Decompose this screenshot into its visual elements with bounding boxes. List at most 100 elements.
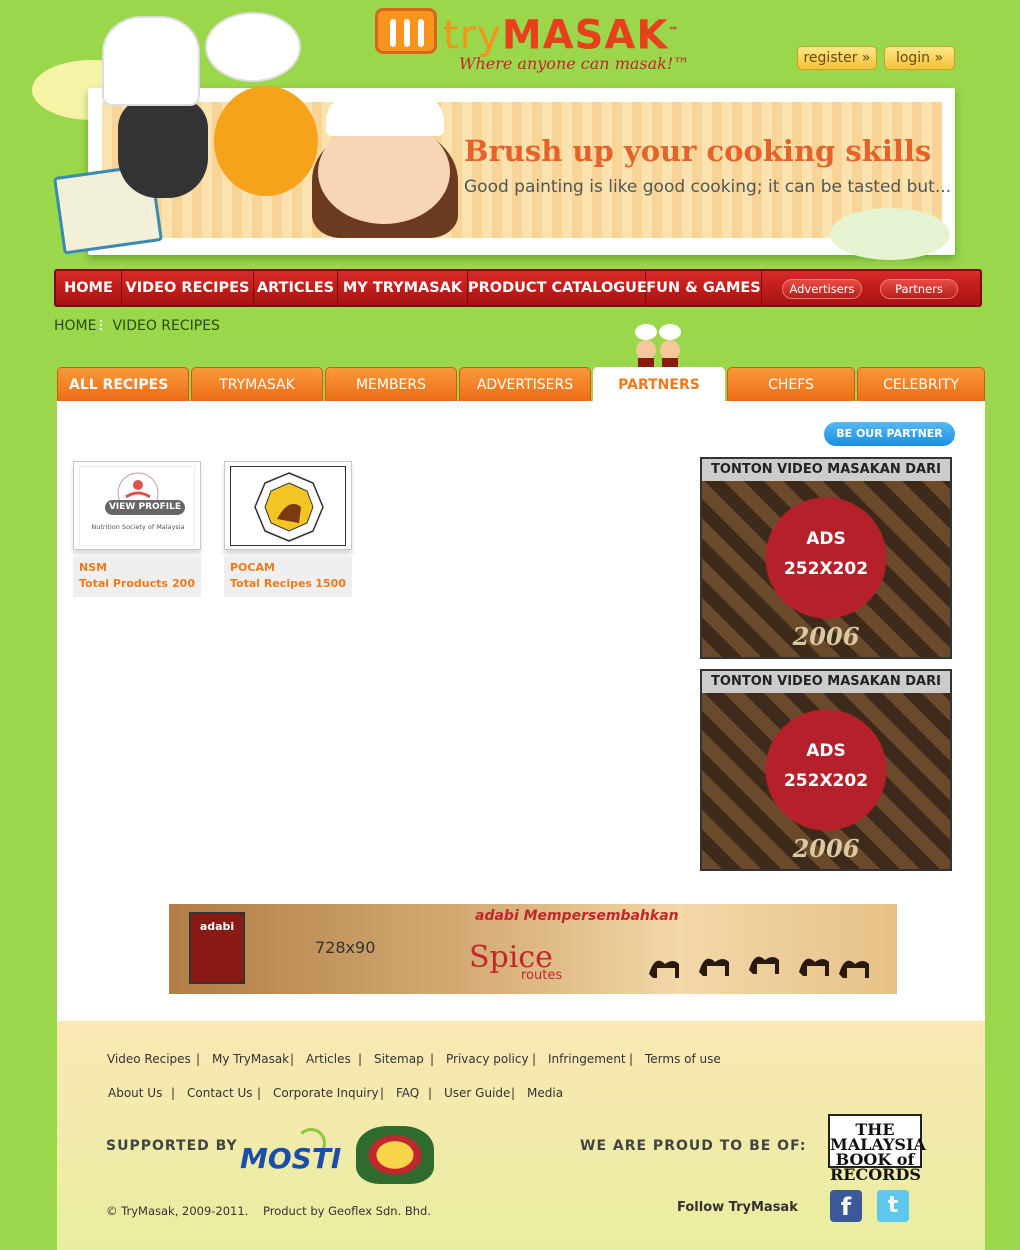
footer-separator: | xyxy=(358,1052,363,1066)
footer-link-media[interactable]: Media xyxy=(527,1086,563,1100)
site-logo[interactable]: tryMASAK™ Where anyone can masak!™ xyxy=(375,8,689,78)
footer-link-sitemap[interactable]: Sitemap xyxy=(374,1052,424,1066)
footer-link-privacy-policy[interactable]: Privacy policy xyxy=(446,1052,529,1066)
footer-separator: | xyxy=(290,1052,295,1066)
mosti-logo[interactable]: MOSTI xyxy=(240,1128,341,1176)
product-by-text: Product by Geoflex Sdn. Bhd. xyxy=(263,1204,432,1218)
footer-link-user-guide[interactable]: User Guide xyxy=(444,1086,510,1100)
partner-logo-frame[interactable]: Nutrition Society of Malaysia VIEW PROFI… xyxy=(73,461,201,550)
nav-video-recipes[interactable]: VIDEO RECIPES xyxy=(122,271,254,305)
nsm-emblem-icon xyxy=(117,472,159,514)
partner-card[interactable]: Nutrition Society of Malaysia VIEW PROFI… xyxy=(73,461,202,597)
footer-link-video-recipes[interactable]: Video Recipes xyxy=(107,1052,191,1066)
ad-year: 2006 xyxy=(792,834,860,863)
login-button[interactable]: login » xyxy=(884,46,955,70)
footer-link-my-trymasak[interactable]: My TryMasak xyxy=(212,1052,289,1066)
camel-caravan-icon xyxy=(649,956,869,978)
breadcrumb-separator-icon xyxy=(100,320,108,330)
facebook-icon[interactable]: f xyxy=(830,1190,862,1222)
footer-separator: | xyxy=(511,1086,516,1100)
nsm-logo: Nutrition Society of Malaysia VIEW PROFI… xyxy=(79,466,195,546)
adabi-logo: adabi xyxy=(189,912,245,984)
tab-all-recipes[interactable]: ALL RECIPES xyxy=(57,367,189,402)
nsm-logo-caption: Nutrition Society of Malaysia xyxy=(91,523,185,531)
partner-stat-label: Total Recipes xyxy=(230,577,312,590)
tab-members[interactable]: MEMBERS xyxy=(325,367,457,402)
twitter-icon[interactable]: t xyxy=(877,1190,909,1222)
mosti-wordmark: MOSTI xyxy=(240,1142,342,1175)
partner-card[interactable]: POCAM Total Recipes 1500 xyxy=(224,461,353,597)
leaderboard-ad[interactable]: adabi 728x90 adabi Mempersembahkan Spice… xyxy=(169,904,897,994)
view-profile-button[interactable]: VIEW PROFILE xyxy=(105,500,185,515)
chef-hat-illustration xyxy=(205,12,301,82)
partner-logo-frame[interactable] xyxy=(224,461,352,550)
partner-name[interactable]: NSM xyxy=(79,560,195,576)
nav-advertisers-pill[interactable]: Advertisers xyxy=(782,279,862,299)
ad-size-label: 252X202 xyxy=(783,559,869,579)
ad-strip-text: TONTON VIDEO MASAKAN DARI xyxy=(702,671,950,693)
main-nav: HOME VIDEO RECIPES ARTICLES MY TRYMASAK … xyxy=(54,269,982,307)
footer-link-faq[interactable]: FAQ xyxy=(396,1086,419,1100)
hero-title: Brush up your cooking skills xyxy=(464,134,932,168)
follow-label: Follow TryMasak xyxy=(677,1200,798,1215)
pocam-logo xyxy=(230,466,346,546)
nav-partners-pill[interactable]: Partners xyxy=(880,279,958,299)
tab-celebrity[interactable]: CELEBRITY xyxy=(857,367,985,402)
pocam-emblem-icon xyxy=(254,472,324,542)
footer-separator: | xyxy=(171,1086,176,1100)
ad-size-label: 252X202 xyxy=(783,771,869,791)
register-button[interactable]: register » xyxy=(797,46,877,70)
be-our-partner-button[interactable]: BE OUR PARTNER xyxy=(824,422,955,446)
ad-year: 2006 xyxy=(792,622,860,651)
footer-separator: | xyxy=(428,1086,433,1100)
tab-trymasak[interactable]: TRYMASAK xyxy=(191,367,323,402)
logo-wordmark: tryMASAK™ xyxy=(443,12,680,59)
nav-articles[interactable]: ARTICLES xyxy=(254,271,338,305)
hero-subtitle: Good painting is like good cooking; it c… xyxy=(464,177,952,197)
breadcrumb-current: VIDEO RECIPES xyxy=(112,318,220,334)
malaysia-book-of-records-logo[interactable]: THE MALAYSIA BOOK of RECORDS xyxy=(828,1114,926,1183)
nav-fun-games[interactable]: FUN & GAMES xyxy=(646,271,762,305)
partner-stat-value: 200 xyxy=(172,577,195,590)
footer-link-infringement[interactable]: Infringement xyxy=(548,1052,626,1066)
breadcrumb-home[interactable]: HOME xyxy=(54,318,96,334)
footer-link-articles[interactable]: Articles xyxy=(306,1052,351,1066)
ad-label: ADS xyxy=(806,529,846,549)
logo-tagline: Where anyone can masak!™ xyxy=(459,54,690,73)
partner-info: NSM Total Products 200 xyxy=(73,556,201,597)
tab-advertisers[interactable]: ADVERTISERS xyxy=(459,367,591,402)
partner-stat-label: Total Products xyxy=(79,577,168,590)
malaysia-crest-icon[interactable] xyxy=(356,1126,434,1184)
ad-size-label: 728x90 xyxy=(315,938,376,957)
ad-headline: adabi Mempersembahkan xyxy=(475,908,679,924)
partner-name[interactable]: POCAM xyxy=(230,560,346,576)
ad-label: ADS xyxy=(806,741,846,761)
side-ad[interactable]: TONTON VIDEO MASAKAN DARI ADS 252X202 20… xyxy=(700,457,952,659)
footer-link-terms[interactable]: Terms of use xyxy=(645,1052,721,1066)
copyright-text: © TryMasak, 2009-2011. xyxy=(106,1204,249,1218)
tab-chefs[interactable]: CHEFS xyxy=(727,367,855,402)
ladle-chef-illustration xyxy=(214,86,318,196)
footer-separator: | xyxy=(532,1052,537,1066)
nav-my-trymasak[interactable]: MY TRYMASAK xyxy=(338,271,468,305)
footer-separator: | xyxy=(430,1052,435,1066)
nav-home[interactable]: HOME xyxy=(56,271,122,305)
nav-product-catalogue[interactable]: PRODUCT CATALOGUE xyxy=(468,271,647,305)
dish-illustration xyxy=(830,208,950,260)
partner-stat-value: 1500 xyxy=(315,577,346,590)
spatula-chef-illustration xyxy=(118,98,208,198)
chef-mascots-icon xyxy=(635,324,681,370)
tab-partners[interactable]: PARTNERS xyxy=(593,367,725,402)
footer-link-contact-us[interactable]: Contact Us xyxy=(187,1086,253,1100)
chef-hat-illustration xyxy=(102,16,200,106)
partner-info: POCAM Total Recipes 1500 xyxy=(224,556,352,597)
side-ad[interactable]: TONTON VIDEO MASAKAN DARI ADS 252X202 20… xyxy=(700,669,952,871)
footer-link-about-us[interactable]: About Us xyxy=(108,1086,162,1100)
chef-hat-illustration xyxy=(326,92,444,136)
footer-link-corporate-inquiry[interactable]: Corporate Inquiry xyxy=(273,1086,379,1100)
ad-routes-text: routes xyxy=(521,968,563,983)
supported-by-label: SUPPORTED BY xyxy=(106,1138,238,1154)
breadcrumb: HOME VIDEO RECIPES xyxy=(54,318,220,334)
ad-strip-text: TONTON VIDEO MASAKAN DARI xyxy=(702,459,950,481)
footer-separator: | xyxy=(380,1086,385,1100)
